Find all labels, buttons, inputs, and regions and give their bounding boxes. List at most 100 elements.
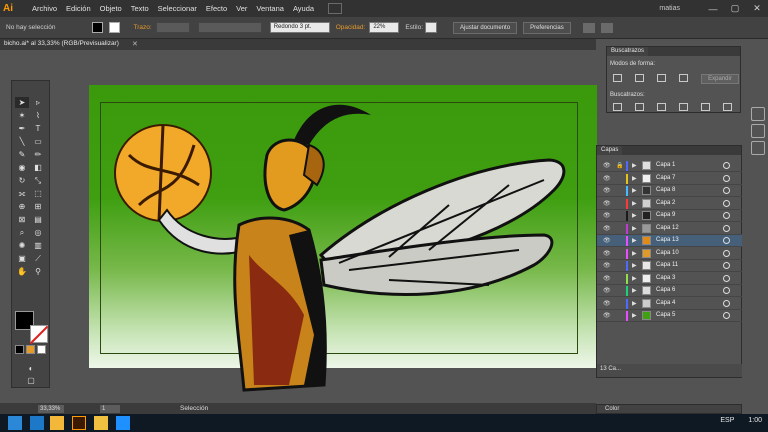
menu-ver[interactable]: Ver xyxy=(236,4,247,13)
expand-arrow-icon[interactable]: ▶ xyxy=(632,250,637,257)
style-dropdown[interactable] xyxy=(425,22,438,33)
mesh-tool-icon[interactable]: ⊠ xyxy=(15,214,29,225)
layer-row[interactable]: 👁 ▶ Capa 6 xyxy=(597,285,742,297)
chrome-icon[interactable] xyxy=(50,416,64,430)
layer-row[interactable]: 👁 ▶ Capa 5 xyxy=(597,310,742,322)
visibility-eye-icon[interactable]: 👁 xyxy=(603,275,611,282)
panel-menu-icon[interactable] xyxy=(600,22,613,33)
edge-icon[interactable] xyxy=(30,416,44,430)
pathfinder-tab[interactable]: Buscatrazos xyxy=(607,47,649,56)
target-circle-icon[interactable] xyxy=(723,212,730,219)
stroke-color-box[interactable] xyxy=(30,325,48,343)
visibility-eye-icon[interactable]: 👁 xyxy=(603,200,611,207)
visibility-eye-icon[interactable]: 👁 xyxy=(603,312,611,319)
target-circle-icon[interactable] xyxy=(723,274,730,282)
default-colors-icon[interactable] xyxy=(15,345,24,354)
preferences-button[interactable]: Preferencias xyxy=(523,21,571,34)
outline-icon[interactable] xyxy=(701,103,710,111)
eyedropper-tool-icon[interactable]: ⌕ xyxy=(15,227,29,238)
visibility-eye-icon[interactable]: 👁 xyxy=(603,237,611,244)
expand-arrow-icon[interactable]: ▶ xyxy=(632,187,637,194)
expand-arrow-icon[interactable]: ▶ xyxy=(632,262,637,269)
merge-icon[interactable] xyxy=(657,103,666,111)
bridge-icon[interactable] xyxy=(328,3,343,14)
layers-dock-icon[interactable] xyxy=(751,141,765,155)
opacity-label[interactable]: Opacidad: xyxy=(336,24,366,31)
target-circle-icon[interactable] xyxy=(723,287,730,294)
visibility-eye-icon[interactable]: 👁 xyxy=(603,175,611,182)
menu-objeto[interactable]: Objeto xyxy=(100,4,122,13)
free-transform-tool-icon[interactable]: ⬚ xyxy=(31,188,45,199)
expand-arrow-icon[interactable]: ▶ xyxy=(632,300,637,307)
draw-mode-icon[interactable]: ◐ xyxy=(24,363,38,374)
illustrator-taskbar-icon[interactable] xyxy=(72,416,86,430)
scale-tool-icon[interactable]: ⤡ xyxy=(31,175,45,186)
close-tab-icon[interactable]: ✕ xyxy=(132,40,138,48)
symbol-sprayer-tool-icon[interactable]: ✺ xyxy=(15,240,29,251)
menu-ventana[interactable]: Ventana xyxy=(256,4,284,13)
user-name[interactable]: matias xyxy=(659,5,680,12)
menu-ayuda[interactable]: Ayuda xyxy=(293,4,314,13)
color-panel[interactable]: Color xyxy=(596,404,742,414)
expand-arrow-icon[interactable]: ▶ xyxy=(632,162,637,169)
visibility-eye-icon[interactable]: 👁 xyxy=(603,212,611,219)
zoom-field[interactable]: 33,33% xyxy=(38,404,64,413)
minus-back-icon[interactable] xyxy=(723,103,732,111)
adjust-document-button[interactable]: Ajustar documento xyxy=(453,21,518,34)
start-button-icon[interactable] xyxy=(8,416,22,430)
layer-row[interactable]: 👁 ▶ Capa 13 xyxy=(597,235,742,247)
layer-row[interactable]: 👁 ▶ Capa 4 xyxy=(597,298,742,310)
expand-arrow-icon[interactable]: ▶ xyxy=(632,275,637,282)
target-circle-icon[interactable] xyxy=(723,199,730,207)
screen-mode-icon[interactable]: ▢ xyxy=(24,375,38,386)
expand-arrow-icon[interactable]: ▶ xyxy=(632,175,637,182)
lock-icon[interactable]: 🔒 xyxy=(616,162,623,169)
lasso-tool-icon[interactable]: ⌇ xyxy=(31,110,45,121)
shape-builder-tool-icon[interactable]: ⊕ xyxy=(15,201,29,212)
expand-button[interactable]: Expandir xyxy=(701,74,739,84)
stroke-swatch[interactable] xyxy=(108,22,120,33)
expand-arrow-icon[interactable]: ▶ xyxy=(632,312,637,319)
expand-arrow-icon[interactable]: ▶ xyxy=(632,225,637,232)
exclude-icon[interactable] xyxy=(679,74,688,82)
visibility-eye-icon[interactable]: 👁 xyxy=(603,300,611,307)
language-indicator[interactable]: ESP xyxy=(720,417,734,424)
visibility-eye-icon[interactable]: 👁 xyxy=(603,225,611,232)
visibility-eye-icon[interactable]: 👁 xyxy=(603,187,611,194)
layers-tab[interactable]: Capas xyxy=(597,146,623,155)
expand-arrow-icon[interactable]: ▶ xyxy=(632,200,637,207)
target-circle-icon[interactable] xyxy=(723,162,730,169)
maximize-button[interactable]: ▢ xyxy=(724,3,746,14)
document-tab[interactable]: bicho.ai* al 33,33% (RGB/Previsualizar) … xyxy=(0,39,596,50)
artwork-illustration[interactable] xyxy=(89,85,597,395)
close-button[interactable]: ✕ xyxy=(746,3,768,14)
divide-icon[interactable] xyxy=(613,103,622,111)
menu-efecto[interactable]: Efecto xyxy=(206,4,227,13)
stroke-weight-field[interactable] xyxy=(155,22,190,33)
width-tool-icon[interactable]: ⟗ xyxy=(15,188,29,199)
gradient-tool-icon[interactable]: ▤ xyxy=(31,214,45,225)
rectangle-tool-icon[interactable]: ▭ xyxy=(31,136,45,147)
intersect-icon[interactable] xyxy=(657,74,666,82)
column-graph-tool-icon[interactable]: ▥ xyxy=(31,240,45,251)
magic-wand-tool-icon[interactable]: ✶ xyxy=(15,110,29,121)
rotate-tool-icon[interactable]: ↻ xyxy=(15,175,29,186)
target-circle-icon[interactable] xyxy=(723,312,730,319)
paintbrush-tool-icon[interactable]: ✎ xyxy=(15,149,29,160)
eraser-tool-icon[interactable]: ◧ xyxy=(31,162,45,173)
none-color-icon[interactable] xyxy=(37,345,46,354)
layer-row[interactable]: 👁 ▶ Capa 12 xyxy=(597,223,742,235)
trim-icon[interactable] xyxy=(635,103,644,111)
file-explorer-icon[interactable] xyxy=(94,416,108,430)
target-circle-icon[interactable] xyxy=(723,299,730,307)
minimize-button[interactable]: — xyxy=(702,4,724,14)
slice-tool-icon[interactable]: ⟋ xyxy=(31,253,45,264)
clock[interactable]: 1:00 xyxy=(748,417,762,424)
expand-arrow-icon[interactable]: ▶ xyxy=(632,237,637,244)
menu-texto[interactable]: Texto xyxy=(131,4,149,13)
expand-arrow-icon[interactable]: ▶ xyxy=(632,212,637,219)
layer-row[interactable]: 👁 ▶ Capa 2 xyxy=(597,198,742,210)
target-circle-icon[interactable] xyxy=(723,187,730,194)
visibility-eye-icon[interactable]: 👁 xyxy=(603,287,611,294)
artboard-tool-icon[interactable]: ▣ xyxy=(15,253,29,264)
